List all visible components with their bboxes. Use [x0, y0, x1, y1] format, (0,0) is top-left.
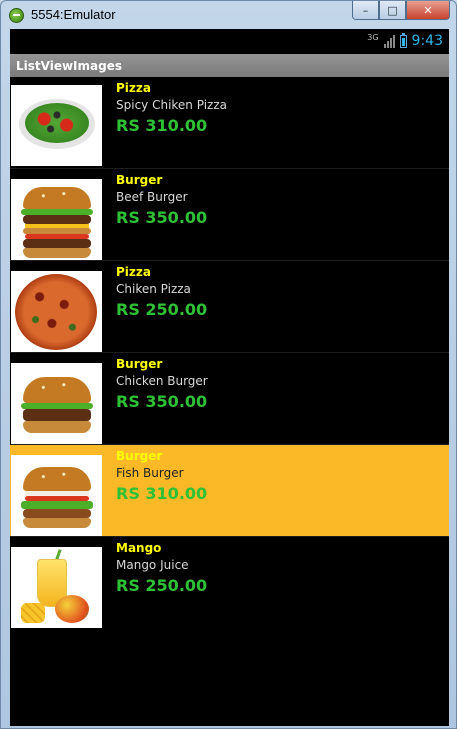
- item-price: RS 350.00: [116, 392, 208, 411]
- item-price: RS 350.00: [116, 208, 208, 227]
- list-item-selected[interactable]: Burger Fish Burger RS 310.00: [10, 445, 449, 537]
- item-description: Chicken Burger: [116, 374, 208, 388]
- salad-pizza-image: [11, 85, 102, 166]
- status-bar: 3G 9:43: [10, 29, 449, 54]
- item-description: Chiken Pizza: [116, 282, 191, 296]
- status-clock: 9:43: [411, 33, 443, 49]
- round-pizza-image: [11, 271, 102, 352]
- battery-icon: [399, 32, 407, 48]
- window-titlebar[interactable]: 5554:Emulator – □ ✕: [1, 1, 456, 29]
- status-icons: 3G 9:43: [367, 32, 443, 49]
- emulator-window: 5554:Emulator – □ ✕ 3G 9:43 ListViewImag…: [0, 0, 457, 729]
- item-name: Burger: [116, 449, 163, 463]
- item-price: RS 250.00: [116, 300, 208, 319]
- signal-icon: [383, 34, 395, 48]
- list-item[interactable]: Burger Chicken Burger RS 350.00: [10, 353, 449, 445]
- close-button[interactable]: ✕: [406, 1, 450, 20]
- emulator-app-icon: [9, 8, 24, 23]
- fish-burger-image: [11, 455, 102, 536]
- maximize-button[interactable]: □: [379, 1, 406, 20]
- item-description: Fish Burger: [116, 466, 184, 480]
- action-bar: ListViewImages: [10, 54, 449, 77]
- item-price: RS 250.00: [116, 576, 208, 595]
- item-name: Pizza: [116, 81, 151, 95]
- item-description: Spicy Chiken Pizza: [116, 98, 227, 112]
- item-description: Mango Juice: [116, 558, 189, 572]
- window-title: 5554:Emulator: [31, 7, 116, 22]
- mango-juice-image: [11, 547, 102, 628]
- network-type-label: 3G: [367, 32, 379, 42]
- list-item[interactable]: Mango Mango Juice RS 250.00: [10, 537, 449, 629]
- item-name: Mango: [116, 541, 162, 555]
- minimize-button[interactable]: –: [352, 1, 379, 20]
- list-item[interactable]: Pizza Chiken Pizza RS 250.00: [10, 261, 449, 353]
- window-controls: – □ ✕: [352, 1, 450, 20]
- item-name: Pizza: [116, 265, 151, 279]
- list-item[interactable]: Burger Beef Burger RS 350.00: [10, 169, 449, 261]
- item-price: RS 310.00: [116, 116, 208, 135]
- app-title: ListViewImages: [16, 58, 122, 73]
- list-item[interactable]: Pizza Spicy Chiken Pizza RS 310.00: [10, 77, 449, 169]
- item-name: Burger: [116, 173, 163, 187]
- item-price: RS 310.00: [116, 484, 208, 503]
- item-description: Beef Burger: [116, 190, 188, 204]
- chicken-burger-image: [11, 363, 102, 444]
- food-list: Pizza Spicy Chiken Pizza RS 310.00 Burge…: [10, 77, 449, 629]
- double-burger-image: [11, 179, 102, 260]
- item-name: Burger: [116, 357, 163, 371]
- android-screen: 3G 9:43 ListViewImages Pizza Spicy Chike…: [10, 29, 449, 726]
